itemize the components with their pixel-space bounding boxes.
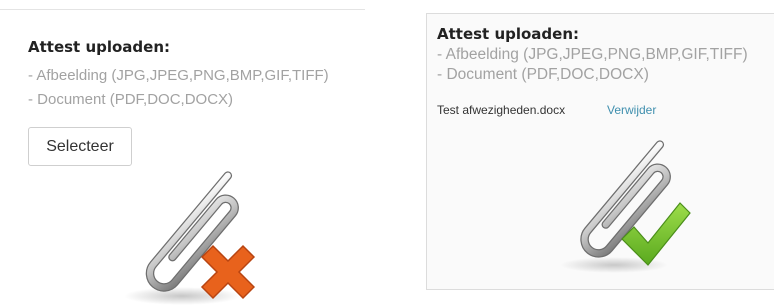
allowed-type-image: - Afbeelding (JPG,JPEG,PNG,BMP,GIF,TIFF) — [437, 46, 748, 63]
allowed-type-image: - Afbeelding (JPG,JPEG,PNG,BMP,GIF,TIFF) — [28, 67, 329, 84]
allowed-type-document: - Document (PDF,DOC,DOCX) — [28, 91, 234, 108]
allowed-type-document: - Document (PDF,DOC,DOCX) — [437, 66, 649, 83]
uploaded-file-name: Test afwezigheden.docx — [437, 103, 566, 117]
paperclip-error-icon — [124, 171, 256, 305]
remove-file-link[interactable]: Verwijder — [607, 103, 656, 117]
upload-title: Attest uploaden: — [28, 38, 171, 56]
upload-title: Attest uploaden: — [437, 25, 580, 43]
paperclip-success-icon — [560, 140, 691, 273]
